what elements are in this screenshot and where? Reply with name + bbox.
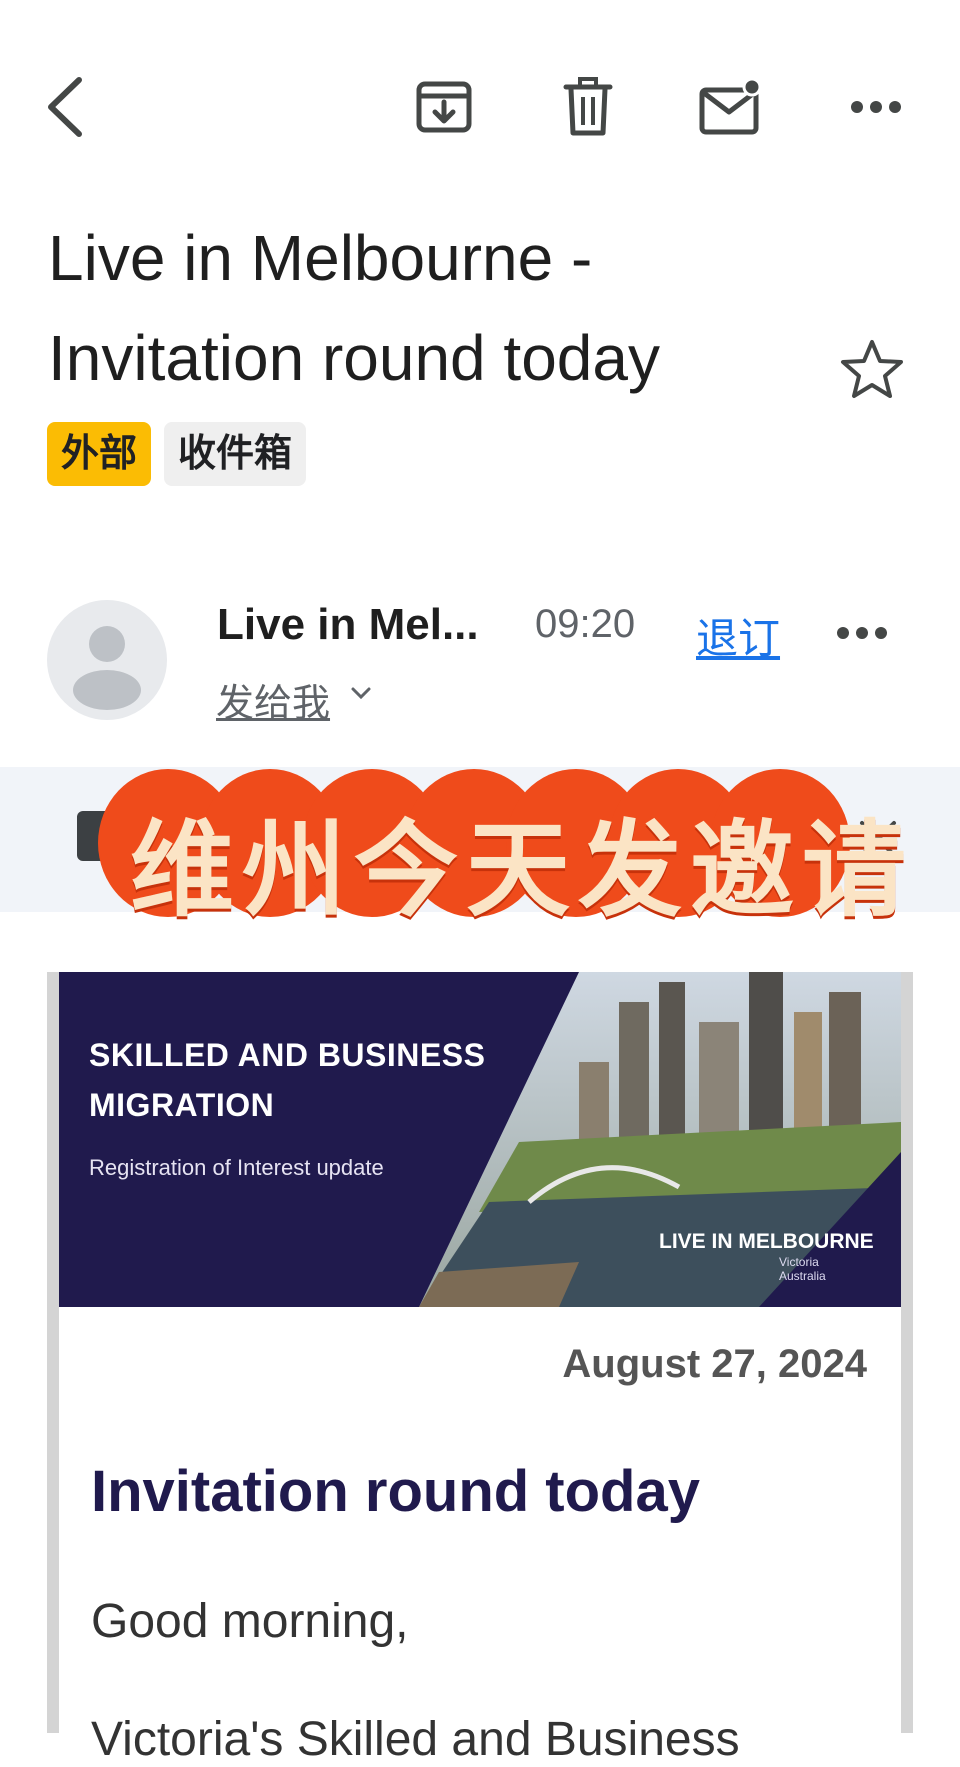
trash-icon [563, 77, 613, 136]
archive-button[interactable] [404, 67, 484, 147]
city-photo-image [419, 972, 901, 1307]
avatar[interactable] [47, 600, 167, 720]
hero-subtitle: Registration of Interest update [89, 1155, 384, 1180]
back-button[interactable] [25, 67, 105, 147]
star-button[interactable] [840, 338, 904, 405]
mail-unread-icon [699, 78, 762, 135]
label-external[interactable]: 外部 [47, 422, 152, 486]
recipient-expand-button[interactable] [350, 686, 372, 705]
delete-button[interactable] [548, 67, 628, 147]
email-heading: Invitation round today [91, 1459, 700, 1524]
more-options-button[interactable] [836, 67, 916, 147]
overlay-caption: 维州今天发邀请 [130, 808, 915, 931]
email-body: SKILLED AND BUSINESS MIGRATION Registrat… [59, 972, 901, 1766]
email-body-card: SKILLED AND BUSINESS MIGRATION Registrat… [47, 972, 913, 1766]
label-inbox[interactable]: 收件箱 [164, 422, 307, 486]
hero-title: SKILLED AND BUSINESS MIGRATION [89, 1030, 529, 1130]
sent-time: 09:20 [535, 602, 636, 646]
person-icon [73, 626, 141, 710]
email-date: August 27, 2024 [562, 1342, 867, 1386]
hero-title-line2: MIGRATION [89, 1087, 275, 1123]
more-horizontal-icon [837, 627, 887, 639]
unsubscribe-link[interactable]: 退订 [696, 605, 780, 666]
brand-logo: LIVE IN MELBOURNE [659, 1230, 874, 1253]
message-more-button[interactable] [836, 626, 888, 645]
sender-name[interactable]: Live in Mel... [217, 600, 479, 650]
more-horizontal-icon [851, 101, 901, 113]
mark-unread-button[interactable] [691, 67, 771, 147]
email-greeting: Good morning, [91, 1595, 409, 1648]
brand-logo-subtitle: Victoria Australia [779, 1255, 826, 1283]
chevron-down-icon [351, 687, 371, 700]
email-paragraph: Victoria's Skilled and Business [91, 1713, 740, 1766]
chevron-left-icon [48, 77, 82, 137]
recipient-details[interactable]: 发给我 [216, 672, 330, 727]
star-icon [841, 340, 903, 398]
hero-title-line1: SKILLED AND BUSINESS [89, 1037, 486, 1073]
email-subject: Live in Melbourne - Invitation round tod… [48, 222, 660, 394]
hero-banner: SKILLED AND BUSINESS MIGRATION Registrat… [59, 972, 901, 1307]
archive-icon [416, 81, 472, 133]
